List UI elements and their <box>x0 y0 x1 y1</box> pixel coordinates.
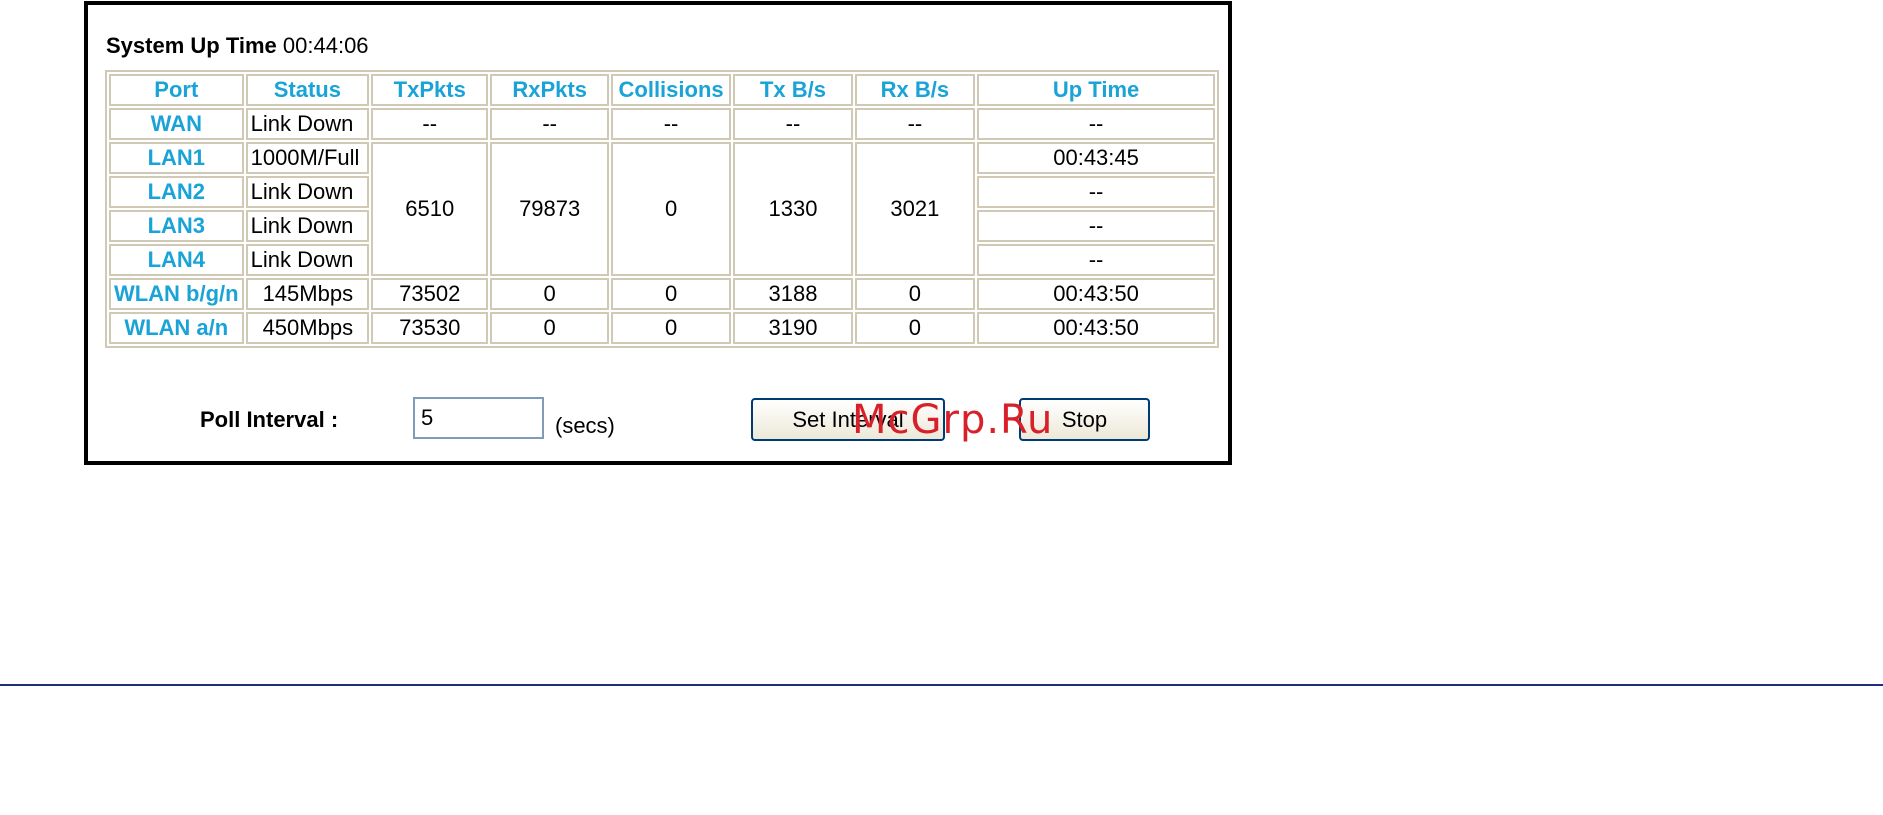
up-time-cell: 00:43:50 <box>977 278 1215 310</box>
header-rx-bps: Rx B/s <box>854 74 976 106</box>
port-statistics-table: Port Status TxPkts RxPkts Collisions Tx … <box>105 70 1219 348</box>
stop-button[interactable]: Stop <box>1019 398 1150 441</box>
rxpkts-cell: -- <box>490 108 609 140</box>
status-cell: Link Down <box>245 108 370 140</box>
status-cell: 145Mbps <box>245 278 370 310</box>
statistics-panel: System Up Time 00:44:06 Port Status TxPk… <box>84 1 1232 465</box>
rx-bps-cell: -- <box>854 108 976 140</box>
header-tx-bps: Tx B/s <box>733 74 853 106</box>
poll-interval-input[interactable] <box>413 397 544 439</box>
rxpkts-cell: 0 <box>490 278 609 310</box>
collisions-cell: 0 <box>610 312 732 344</box>
up-time-cell: -- <box>977 244 1215 276</box>
up-time-cell: -- <box>977 176 1215 208</box>
collisions-cell: -- <box>610 108 732 140</box>
lan-txpkts-cell: 6510 <box>371 142 489 276</box>
header-status: Status <box>245 74 370 106</box>
port-cell: LAN4 <box>109 244 244 276</box>
rx-bps-cell: 0 <box>854 278 976 310</box>
table-row-wlan-bgn: WLAN b/g/n 145Mbps 73502 0 0 3188 0 00:4… <box>109 278 1215 310</box>
up-time-cell: -- <box>977 108 1215 140</box>
lan-tx-bps-cell: 1330 <box>733 142 853 276</box>
header-txpkts: TxPkts <box>371 74 489 106</box>
table-row-wlan-an: WLAN a/n 450Mbps 73530 0 0 3190 0 00:43:… <box>109 312 1215 344</box>
status-cell: 1000M/Full <box>245 142 370 174</box>
set-interval-button[interactable]: Set Interval <box>751 398 945 441</box>
header-up-time: Up Time <box>977 74 1215 106</box>
lan-rxpkts-cell: 79873 <box>490 142 609 276</box>
tx-bps-cell: 3190 <box>733 312 853 344</box>
page-divider <box>0 684 1883 686</box>
poll-interval-label: Poll Interval : <box>200 407 339 432</box>
rxpkts-cell: 0 <box>490 312 609 344</box>
table-header-row: Port Status TxPkts RxPkts Collisions Tx … <box>109 74 1215 106</box>
status-cell: Link Down <box>245 244 370 276</box>
rx-bps-cell: 0 <box>854 312 976 344</box>
system-up-time-label: System Up Time <box>106 33 277 58</box>
header-port: Port <box>109 74 244 106</box>
system-up-time: System Up Time 00:44:06 <box>106 33 369 59</box>
poll-interval-unit: (secs) <box>555 413 615 438</box>
port-cell: WLAN b/g/n <box>109 278 244 310</box>
header-collisions: Collisions <box>610 74 732 106</box>
txpkts-cell: -- <box>371 108 489 140</box>
port-cell: WAN <box>109 108 244 140</box>
lan-collisions-cell: 0 <box>610 142 732 276</box>
port-cell: LAN2 <box>109 176 244 208</box>
collisions-cell: 0 <box>610 278 732 310</box>
port-cell: LAN3 <box>109 210 244 242</box>
txpkts-cell: 73502 <box>371 278 489 310</box>
status-cell: Link Down <box>245 210 370 242</box>
txpkts-cell: 73530 <box>371 312 489 344</box>
port-cell: WLAN a/n <box>109 312 244 344</box>
tx-bps-cell: -- <box>733 108 853 140</box>
up-time-cell: -- <box>977 210 1215 242</box>
system-up-time-value: 00:44:06 <box>282 33 369 58</box>
table-row-lan1: LAN1 1000M/Full 6510 79873 0 1330 3021 0… <box>109 142 1215 276</box>
status-cell: Link Down <box>245 176 370 208</box>
status-cell: 450Mbps <box>245 312 370 344</box>
port-cell: LAN1 <box>109 142 244 174</box>
header-rxpkts: RxPkts <box>490 74 609 106</box>
tx-bps-cell: 3188 <box>733 278 853 310</box>
up-time-cell: 00:43:50 <box>977 312 1215 344</box>
up-time-cell: 00:43:45 <box>977 142 1215 174</box>
table-row-wan: WAN Link Down -- -- -- -- -- -- <box>109 108 1215 140</box>
lan-rx-bps-cell: 3021 <box>854 142 976 276</box>
